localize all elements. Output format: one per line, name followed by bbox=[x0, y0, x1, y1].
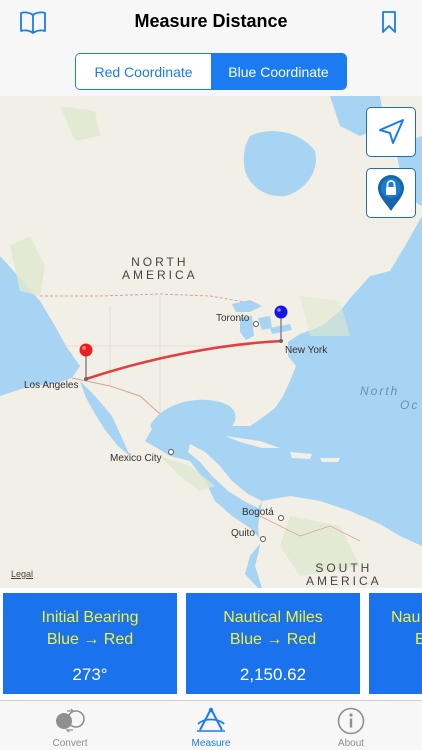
card-title: Nautical Miles bbox=[223, 609, 323, 626]
coordinate-segmented-control: Red Coordinate Blue Coordinate bbox=[75, 53, 347, 90]
lock-pin-icon bbox=[378, 175, 404, 211]
card-initial-bearing[interactable]: Initial Bearing Blue → Red 273° bbox=[3, 593, 177, 694]
card-value: 273° bbox=[72, 665, 108, 684]
info-icon bbox=[337, 707, 365, 735]
convert-icon bbox=[56, 708, 85, 733]
city-label-mexico-city: Mexico City bbox=[110, 453, 162, 464]
card-title: Nau bbox=[391, 609, 421, 626]
card-title: Initial Bearing bbox=[41, 609, 139, 626]
legal-link[interactable]: Legal bbox=[11, 569, 33, 579]
location-arrow-icon bbox=[379, 119, 404, 144]
card-direction: B bbox=[415, 631, 422, 648]
red-pin-icon[interactable] bbox=[78, 342, 94, 382]
city-label-toronto: Toronto bbox=[216, 313, 250, 324]
bookmark-icon[interactable] bbox=[374, 8, 404, 36]
map-canvas bbox=[0, 96, 422, 588]
lock-pin-button[interactable] bbox=[366, 168, 416, 218]
city-label-los-angeles: Los Angeles bbox=[24, 380, 79, 391]
card-value: 2,150.62 bbox=[239, 665, 307, 684]
city-label-bogota: Bogotá bbox=[242, 507, 274, 518]
continent-label-south-america: SOUTH AMERICA bbox=[306, 561, 382, 588]
card-direction: Blue → Red bbox=[229, 631, 317, 648]
nav-bar: Measure Distance bbox=[0, 0, 422, 44]
result-cards[interactable]: Initial Bearing Blue → Red 273° Nautical… bbox=[0, 588, 422, 700]
continent-label-north-america: NORTH AMERICA bbox=[122, 255, 198, 282]
tab-convert[interactable]: Convert bbox=[0, 701, 140, 750]
city-label-new-york: New York bbox=[285, 345, 328, 356]
map-view[interactable]: NORTH AMERICA SOUTH AMERICA North Oc Tor… bbox=[0, 96, 422, 588]
locate-button[interactable] bbox=[366, 107, 416, 157]
measure-icon bbox=[197, 707, 225, 732]
tab-about[interactable]: About bbox=[281, 701, 421, 750]
card-partial[interactable]: Nau B bbox=[369, 593, 422, 694]
tab-label: About bbox=[337, 738, 365, 749]
card-nautical-miles[interactable]: Nautical Miles Blue → Red 2,150.62 bbox=[186, 593, 360, 694]
tab-label: Convert bbox=[52, 738, 88, 749]
ocean-label: North Oc bbox=[360, 384, 420, 412]
city-label-quito: Quito bbox=[231, 528, 255, 539]
tab-bar: Convert Measure About bbox=[0, 700, 422, 750]
segment-blue-coordinate[interactable]: Blue Coordinate bbox=[211, 54, 346, 89]
tab-measure[interactable]: Measure bbox=[141, 701, 281, 750]
segment-red-coordinate[interactable]: Red Coordinate bbox=[76, 54, 211, 89]
blue-pin-icon[interactable] bbox=[273, 304, 289, 344]
card-direction: Blue → Red bbox=[46, 631, 134, 648]
page-title: Measure Distance bbox=[134, 11, 288, 31]
tab-label: Measure bbox=[191, 738, 231, 749]
